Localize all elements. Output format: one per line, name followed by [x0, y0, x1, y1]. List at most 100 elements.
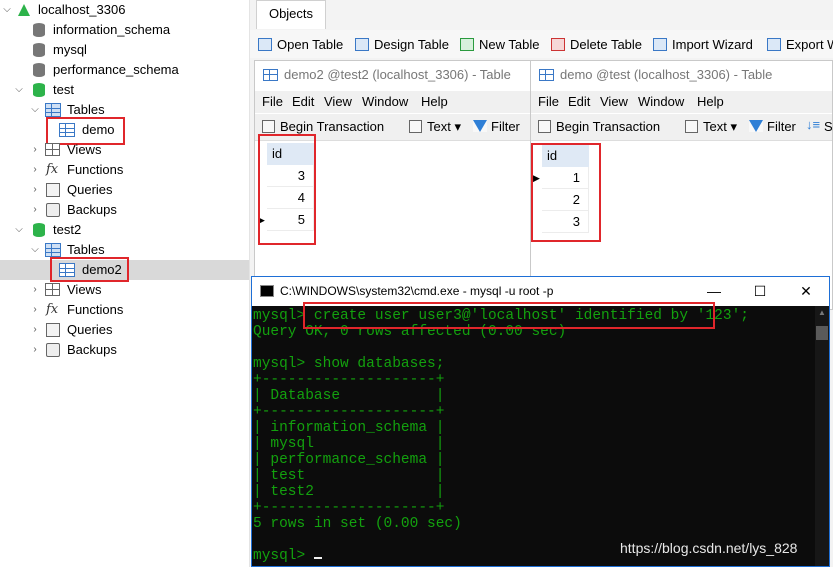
chevron-right-icon[interactable]: › [30, 320, 40, 340]
table-toolbar: Begin Transaction Text ▾ Filter ↓≡Sc [531, 114, 832, 141]
export-wizard-button[interactable]: Export W [767, 36, 833, 54]
new-table-button[interactable]: New Table [460, 36, 539, 54]
tree-db-mysql[interactable]: mysql [0, 40, 249, 60]
connection-label: localhost_3306 [38, 2, 126, 17]
button-label: Design Table [374, 37, 449, 52]
close-button[interactable]: ✕ [783, 277, 829, 306]
cmd-line: | Database | [253, 388, 445, 404]
database-icon [33, 83, 45, 97]
cmd-scrollbar[interactable]: ▲ [815, 306, 829, 566]
filter-button[interactable]: Filter [473, 119, 520, 134]
database-icon [33, 23, 45, 37]
export-icon [767, 38, 781, 51]
cmd-line: | mysql | [253, 436, 445, 452]
chevron-right-icon[interactable]: › [30, 180, 40, 200]
menu-edit[interactable]: Edit [568, 94, 590, 109]
menu-window[interactable]: Window [638, 94, 684, 109]
connection-icon [18, 4, 30, 16]
text-icon [685, 120, 698, 133]
menu-window[interactable]: Window [362, 94, 408, 109]
chevron-right-icon[interactable]: › [30, 340, 40, 360]
cmd-prompt-line[interactable]: mysql> [253, 548, 322, 564]
text-button[interactable]: Text ▾ [685, 119, 737, 135]
menu-file[interactable]: File [262, 94, 283, 109]
chevron-right-icon[interactable]: › [30, 200, 40, 220]
node-label: Queries [67, 182, 113, 197]
function-icon: fx [46, 162, 59, 177]
chevron-down-icon[interactable]: ⌵ [14, 220, 24, 240]
menu-view[interactable]: View [324, 94, 352, 109]
db-label: performance_schema [53, 62, 179, 77]
tree-connection[interactable]: ⌵ localhost_3306 [0, 0, 249, 20]
chevron-right-icon[interactable]: › [30, 140, 40, 160]
db-label: test [53, 82, 74, 97]
query-icon [46, 323, 60, 337]
begin-transaction-button[interactable]: Begin Transaction [538, 119, 660, 134]
backup-icon [46, 203, 60, 217]
node-label: Views [67, 282, 102, 297]
tree-queries[interactable]: › Queries [0, 320, 249, 340]
chevron-right-icon[interactable]: › [30, 160, 40, 180]
node-label: Backups [67, 342, 117, 357]
menu-file[interactable]: File [538, 94, 559, 109]
button-label: Import Wizard [672, 37, 753, 52]
tree-db-test2[interactable]: ⌵ test2 [0, 220, 249, 240]
sort-button[interactable]: ↓≡Sc [806, 117, 833, 134]
scroll-up-icon[interactable]: ▲ [815, 308, 829, 317]
button-label: Text [703, 119, 727, 134]
chevron-down-icon[interactable]: ⌵ [14, 80, 24, 100]
menu-help[interactable]: Help [421, 94, 448, 109]
function-icon: fx [46, 302, 59, 317]
menu-help[interactable]: Help [697, 94, 724, 109]
tree-queries[interactable]: › Queries [0, 180, 249, 200]
text-icon [409, 120, 422, 133]
tree-functions[interactable]: › fx Functions [0, 300, 249, 320]
tree-views[interactable]: › Views [0, 140, 249, 160]
tab-objects[interactable]: Objects [256, 0, 326, 29]
window-title-text: demo2 @test2 (localhost_3306) - Table [284, 67, 511, 82]
menu-bar: File Edit View Window Help [255, 91, 530, 113]
tree-backups[interactable]: › Backups [0, 340, 249, 360]
chevron-down-icon[interactable]: ⌵ [30, 100, 40, 120]
chevron-right-icon[interactable]: › [30, 280, 40, 300]
db-label: information_schema [53, 22, 171, 37]
cmd-line: | test | [253, 468, 445, 484]
import-wizard-button[interactable]: Import Wizard [653, 36, 753, 54]
scrollbar-thumb[interactable] [816, 326, 828, 340]
open-table-button[interactable]: Open Table [258, 36, 343, 54]
design-table-button[interactable]: Design Table [355, 36, 449, 54]
chevron-down-icon[interactable]: ⌵ [2, 0, 12, 20]
menu-view[interactable]: View [600, 94, 628, 109]
chevron-right-icon[interactable]: › [30, 300, 40, 320]
tree-functions[interactable]: › fx Functions [0, 160, 249, 180]
chevron-down-icon[interactable]: ⌵ [30, 240, 40, 260]
menu-edit[interactable]: Edit [292, 94, 314, 109]
button-label: Text [427, 119, 451, 134]
tree-views[interactable]: › Views [0, 280, 249, 300]
tree-db-performance-schema[interactable]: performance_schema [0, 60, 249, 80]
maximize-button[interactable]: ☐ [737, 277, 783, 306]
cmd-line: | information_schema | [253, 420, 445, 436]
begin-transaction-button[interactable]: Begin Transaction [262, 119, 384, 134]
button-label: Delete Table [570, 37, 643, 52]
delete-table-button[interactable]: Delete Table [551, 36, 642, 54]
text-button[interactable]: Text ▾ [409, 119, 461, 135]
tree-backups[interactable]: › Backups [0, 200, 249, 220]
cmd-prompt: mysql> [253, 548, 314, 564]
views-icon [45, 143, 60, 156]
tree-db-information-schema[interactable]: information_schema [0, 20, 249, 40]
window-title: demo2 @test2 (localhost_3306) - Table [255, 61, 530, 89]
navigation-tree: ⌵ localhost_3306 information_schema mysq… [0, 0, 250, 567]
button-label: New Table [479, 37, 540, 52]
cmd-window: C:\WINDOWS\system32\cmd.exe - mysql -u r… [251, 276, 830, 567]
window-title: demo @test (localhost_3306) - Table [531, 61, 832, 89]
cmd-line: 5 rows in set (0.00 sec) [253, 516, 462, 532]
database-icon [33, 223, 45, 237]
cmd-output[interactable]: mysql> create user user3@'localhost' ide… [252, 306, 815, 566]
filter-button[interactable]: Filter [749, 119, 796, 134]
query-icon [46, 183, 60, 197]
text-cursor [313, 557, 322, 559]
button-label: Open Table [277, 37, 344, 52]
tree-db-test[interactable]: ⌵ test [0, 80, 249, 100]
button-label: Sc [824, 119, 833, 134]
